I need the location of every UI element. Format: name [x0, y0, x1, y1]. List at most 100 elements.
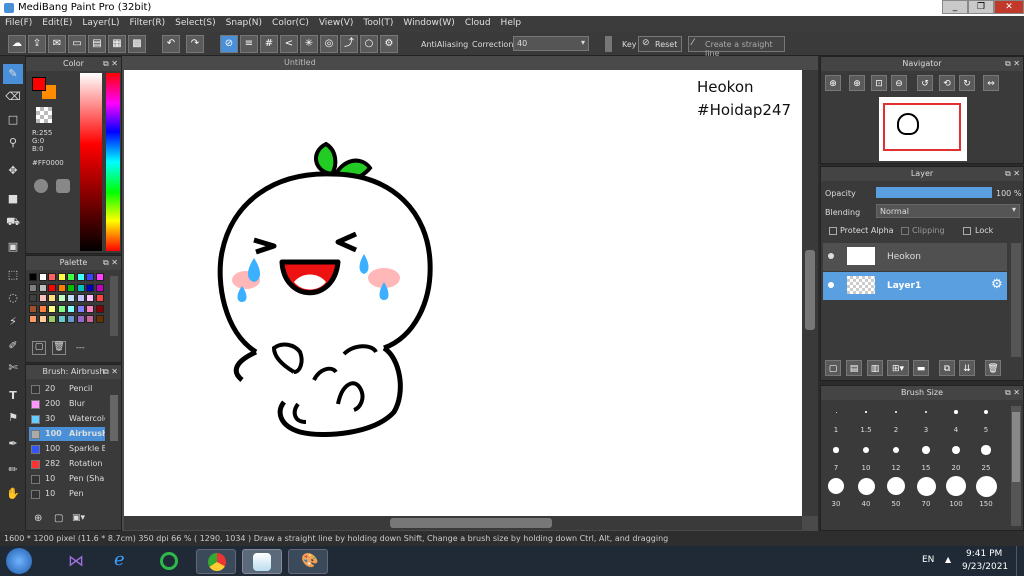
protect-alpha-checkbox[interactable] — [829, 227, 837, 235]
select-tool-icon[interactable]: ⬚ — [3, 265, 23, 285]
menu-edit[interactable]: Edit(E) — [37, 16, 77, 30]
delete-layer-icon[interactable]: 🗑 — [985, 360, 1001, 376]
brush-size-cell[interactable]: 1 — [822, 402, 850, 438]
brush-size-cell[interactable]: 2 — [882, 402, 910, 438]
palette-swatch[interactable] — [29, 283, 37, 292]
menu-help[interactable]: Help — [496, 16, 527, 30]
menu-cloud[interactable]: Cloud — [460, 16, 496, 30]
brush-copy-icon[interactable]: ▢ — [54, 513, 68, 527]
palette-swatch[interactable] — [95, 283, 104, 292]
grid-snap-icon[interactable]: # — [260, 35, 278, 53]
folder-icon[interactable]: ▬ — [913, 360, 929, 376]
brush-size-cell[interactable]: 20 — [942, 440, 970, 476]
palette-swatch[interactable] — [38, 304, 47, 313]
minimize-button[interactable]: _ — [942, 0, 968, 14]
color-picker-icon[interactable] — [56, 179, 70, 193]
palette-swatch[interactable] — [67, 304, 75, 313]
brush-size-cell[interactable]: 3 — [912, 402, 940, 438]
add-brush-icon[interactable]: ⊕ — [34, 513, 48, 527]
shape-tool-icon[interactable]: ■ — [3, 189, 23, 209]
brush-size-cell[interactable]: 100 — [942, 476, 970, 512]
brush-size-cell[interactable]: 50 — [882, 476, 910, 512]
flip-icon[interactable]: ⇔ — [983, 75, 999, 91]
brush-size-cell[interactable]: 10 — [852, 440, 880, 476]
palette-swatch[interactable] — [76, 294, 85, 302]
text-tool-icon[interactable]: T — [3, 386, 23, 406]
menu-select[interactable]: Select(S) — [170, 16, 221, 30]
palette-swatch[interactable] — [38, 283, 47, 292]
layer-row-selected[interactable]: Layer1 ⚙ — [823, 272, 1007, 300]
palette-swatch[interactable] — [57, 283, 66, 292]
brush-item[interactable]: 10 Pen (Shape) — [29, 472, 105, 486]
tray-arrow-icon[interactable]: ▲ — [945, 555, 951, 564]
brush-item[interactable]: 100 Airbrush — [29, 427, 105, 441]
brush-item[interactable]: 282 Rotation — [29, 457, 105, 471]
palette-swatch[interactable] — [57, 273, 66, 281]
opacity-slider[interactable] — [876, 187, 992, 198]
rotate-right-icon[interactable]: ↻ — [959, 75, 975, 91]
navigator-preview[interactable] — [879, 97, 967, 161]
canvas-paper[interactable]: Heokon #Hoidap247 — [124, 70, 802, 516]
pen-tool-icon[interactable]: ✏ — [3, 460, 23, 480]
zoom-out-icon[interactable]: ⊖ — [891, 75, 907, 91]
bucket-tool-icon[interactable]: ⛟ — [3, 212, 23, 232]
palette-swatch[interactable] — [38, 294, 47, 302]
palette-swatch[interactable] — [48, 273, 56, 281]
palette-swatch[interactable] — [48, 294, 56, 302]
brush-size-cell[interactable]: 30 — [822, 476, 850, 512]
palette-swatch[interactable] — [38, 315, 47, 323]
palette-swatch[interactable] — [57, 315, 66, 323]
duplicate-layer-icon[interactable]: ⧉ — [939, 360, 955, 376]
palette-swatch[interactable] — [95, 304, 104, 313]
palette-swatch[interactable] — [57, 304, 66, 313]
clock-time[interactable]: 9:41 PM — [966, 549, 1002, 559]
operation-tool-icon[interactable]: ⚑ — [3, 408, 23, 428]
palette-swatch[interactable] — [29, 273, 37, 281]
brush-item[interactable]: 10 Pen — [29, 487, 105, 501]
page-icon[interactable]: ▭ — [68, 35, 86, 53]
transparent-swatch[interactable] — [36, 107, 52, 123]
layer-row[interactable]: Heokon — [823, 243, 1007, 271]
palette-swatch[interactable] — [95, 315, 104, 323]
eyedropper-tool-icon[interactable]: ✒ — [3, 434, 23, 454]
palette-swatch[interactable] — [76, 304, 85, 313]
panel-close-icon[interactable]: ⧉ ✕ — [1005, 57, 1020, 71]
vertical-scroll-thumb[interactable] — [805, 250, 815, 330]
start-button-icon[interactable] — [6, 548, 32, 574]
parallel-snap-icon[interactable]: ≡ — [240, 35, 258, 53]
move-tool-icon[interactable]: ✥ — [3, 161, 23, 181]
brush-size-cell[interactable]: 4 — [942, 402, 970, 438]
palette-scrollbar[interactable] — [110, 276, 118, 336]
brush-size-cell[interactable]: 5 — [972, 402, 1000, 438]
menu-layer[interactable]: Layer(L) — [77, 16, 124, 30]
navigator-viewport[interactable] — [883, 103, 961, 151]
rotate-left-icon[interactable]: ↺ — [917, 75, 933, 91]
brush-item[interactable]: 100 Sparkle Brush — [29, 442, 105, 456]
brush-size-cell[interactable]: 25 — [972, 440, 1000, 476]
palette-swatch[interactable] — [86, 273, 94, 281]
palette-swatch[interactable] — [86, 283, 94, 292]
palette-swatch[interactable] — [57, 294, 66, 302]
palette-swatch[interactable] — [48, 315, 56, 323]
layer-scrollbar[interactable] — [1011, 243, 1021, 357]
language-indicator[interactable]: EN — [922, 555, 934, 565]
snap-settings-icon[interactable]: ⚙ — [380, 35, 398, 53]
palette-swatch[interactable] — [29, 304, 37, 313]
brush-item[interactable]: 20 Pencil — [29, 382, 105, 396]
correction-slider[interactable] — [605, 36, 612, 52]
green-app-icon[interactable] — [150, 549, 190, 574]
palette-swatch[interactable] — [76, 315, 85, 323]
reset-button[interactable]: ⊘ Reset — [638, 36, 682, 52]
magic-wand-tool-icon[interactable]: ⚡ — [3, 312, 23, 332]
panel-close-icon[interactable]: ⧉ ✕ — [103, 57, 118, 71]
delete-palette-icon[interactable]: 🗑 — [52, 341, 66, 355]
menu-snap[interactable]: Snap(N) — [221, 16, 267, 30]
panel-close-icon[interactable]: ⧉ ✕ — [1005, 386, 1020, 400]
menu-tool[interactable]: Tool(T) — [358, 16, 398, 30]
gear-icon[interactable]: ⚙ — [991, 277, 1003, 292]
select-pen-tool-icon[interactable]: ✐ — [3, 336, 23, 356]
add-palette-icon[interactable]: ▢ — [32, 341, 46, 355]
cloud-icon[interactable]: ☁ — [8, 35, 26, 53]
brush-size-cell[interactable]: 7 — [822, 440, 850, 476]
horizontal-scrollbar[interactable] — [124, 516, 802, 530]
